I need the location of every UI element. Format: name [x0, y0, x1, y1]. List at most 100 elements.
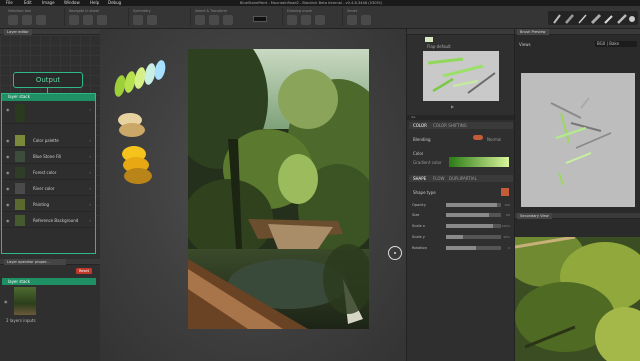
- forest-painting[interactable]: [188, 49, 369, 329]
- layer-thumbnail: [15, 183, 25, 194]
- eye-icon[interactable]: ◉: [6, 170, 10, 175]
- eye-icon[interactable]: ◉: [6, 138, 10, 143]
- param-slider[interactable]: [446, 224, 501, 228]
- chevron-right-icon[interactable]: ›: [89, 218, 91, 223]
- eye-icon[interactable]: ◉: [6, 107, 10, 112]
- rotate-icon[interactable]: [97, 15, 107, 25]
- transform-icon[interactable]: [209, 15, 219, 25]
- param-value: 100%: [501, 224, 510, 228]
- shape-type-swatch[interactable]: [501, 188, 509, 196]
- crop-icon[interactable]: [223, 15, 233, 25]
- painting-image: [188, 49, 369, 329]
- layer-row[interactable]: ◉ River color ›: [3, 181, 94, 196]
- zoom-icon[interactable]: [83, 15, 93, 25]
- toolbar-group-label: Navigate in sheet: [69, 9, 99, 13]
- toolbar-group-label: Symmetry: [133, 9, 151, 13]
- slider-fill: [446, 246, 477, 250]
- toolbar: Selection tool Navigate in sheet Symmetr…: [0, 6, 640, 29]
- blending-value[interactable]: Normal: [487, 137, 501, 142]
- wand-icon[interactable]: [36, 15, 46, 25]
- chevron-right-icon[interactable]: ›: [89, 170, 91, 175]
- secondary-view-image: [515, 237, 640, 361]
- slider-fill: [446, 213, 489, 217]
- param-label: Scale x: [412, 224, 425, 228]
- param-label: Size: [412, 213, 420, 217]
- eye-icon[interactable]: ◉: [6, 154, 10, 159]
- blending-brush-icon: [473, 135, 483, 140]
- operator-caption: 2 layers inputs: [6, 318, 36, 323]
- chevron-right-icon[interactable]: ›: [89, 138, 91, 143]
- chevron-right-icon[interactable]: ›: [89, 186, 91, 191]
- play-icon[interactable]: ▶: [451, 104, 454, 109]
- layer-thumbnail: [15, 135, 25, 146]
- param-label: Rotation: [412, 246, 428, 250]
- param-slider[interactable]: [446, 203, 501, 207]
- brush-icon[interactable]: [287, 15, 297, 25]
- param-slider[interactable]: [446, 213, 501, 217]
- symmetry-icon[interactable]: [133, 15, 143, 25]
- rect-select-icon[interactable]: [22, 15, 32, 25]
- reset-button[interactable]: Reset: [76, 268, 92, 274]
- param-opacity[interactable]: Opacity 100: [408, 201, 512, 209]
- tab-duplipartial[interactable]: DUPLIPARTIAL: [449, 176, 477, 181]
- param-scale-y[interactable]: Scale y 50%: [408, 233, 512, 241]
- param-label: Scale y: [412, 235, 425, 239]
- brush-presets-icon[interactable]: [548, 12, 638, 26]
- smart-icon[interactable]: [347, 15, 357, 25]
- tab-brush-preview[interactable]: Brush Preview: [517, 29, 549, 35]
- left-dock: Layer editor Output layer stack ◉ › ◉ Co…: [0, 29, 100, 361]
- tab-color[interactable]: COLOR: [413, 123, 427, 128]
- layer-stack-title: layer stack: [2, 94, 95, 101]
- param-slider[interactable]: [446, 235, 501, 239]
- output-node[interactable]: Output: [13, 72, 83, 88]
- slider-fill: [446, 203, 497, 207]
- eye-icon[interactable]: ◉: [6, 218, 10, 223]
- layer-row[interactable]: ◉ Forest color ›: [3, 165, 94, 180]
- brush-preview-canvas[interactable]: [521, 73, 635, 207]
- tab-secondary-view[interactable]: Secondary View: [517, 213, 552, 219]
- secondary-view-canvas[interactable]: [515, 237, 640, 361]
- toolbar-group-label: Drawing mode: [287, 9, 312, 13]
- chevron-right-icon[interactable]: ›: [89, 154, 91, 159]
- layer-name: Forest color: [33, 170, 57, 175]
- layer-row[interactable]: ◉ Reference Background ›: [3, 213, 94, 228]
- color-gradient-bar[interactable]: [449, 157, 509, 167]
- layer-thumbnail: [15, 104, 25, 122]
- toolbar-group-transform: Select & Transform: [190, 8, 280, 26]
- toolbar-group-symmetry: Symmetry: [128, 8, 188, 26]
- layer-name: River color: [33, 186, 55, 191]
- layer-row[interactable]: ◉ Painting ›: [3, 197, 94, 212]
- toolbar-group-smart: Smart: [342, 8, 402, 26]
- param-slider[interactable]: [446, 246, 501, 250]
- lasso-icon[interactable]: [8, 15, 18, 25]
- eye-icon[interactable]: ◉: [6, 202, 10, 207]
- eye-icon[interactable]: ◉: [4, 299, 8, 304]
- layer-row[interactable]: ◉ ›: [3, 102, 94, 124]
- brush-cursor: [388, 246, 402, 260]
- views-label: Views: [519, 42, 531, 47]
- views-select[interactable]: BG0 | Bake: [595, 41, 637, 47]
- smudge-icon[interactable]: [315, 15, 325, 25]
- param-scale-x[interactable]: Scale x 100%: [408, 222, 512, 230]
- layer-thumbnail: [15, 167, 25, 178]
- hand-icon[interactable]: [69, 15, 79, 25]
- eraser-icon[interactable]: [301, 15, 311, 25]
- mirror-icon[interactable]: [147, 15, 157, 25]
- layer-row[interactable]: ◉ Color palette ›: [3, 133, 94, 148]
- tab-shape[interactable]: SHAPE: [413, 176, 426, 181]
- param-rotation[interactable]: Rotation 0: [408, 244, 512, 252]
- param-size[interactable]: Size 60: [408, 211, 512, 219]
- fill-icon[interactable]: [361, 15, 371, 25]
- secondary-view-header: Secondary View: [515, 213, 640, 219]
- chevron-right-icon[interactable]: ›: [89, 107, 91, 112]
- chevron-right-icon[interactable]: ›: [89, 202, 91, 207]
- layer-name: Reference Background: [33, 218, 79, 223]
- layer-row[interactable]: ◉ Blue Stone Fill ›: [3, 149, 94, 164]
- tab-flow[interactable]: FLOW: [433, 176, 445, 181]
- tab-color-shifting[interactable]: COLOR SHIFTING: [433, 123, 467, 128]
- eye-icon[interactable]: ◉: [6, 186, 10, 191]
- color-label: Color: [413, 151, 424, 156]
- move-icon[interactable]: [195, 15, 205, 25]
- color-swatch[interactable]: [253, 16, 267, 22]
- tab-layer-operator[interactable]: Layer operator proper...: [4, 259, 66, 265]
